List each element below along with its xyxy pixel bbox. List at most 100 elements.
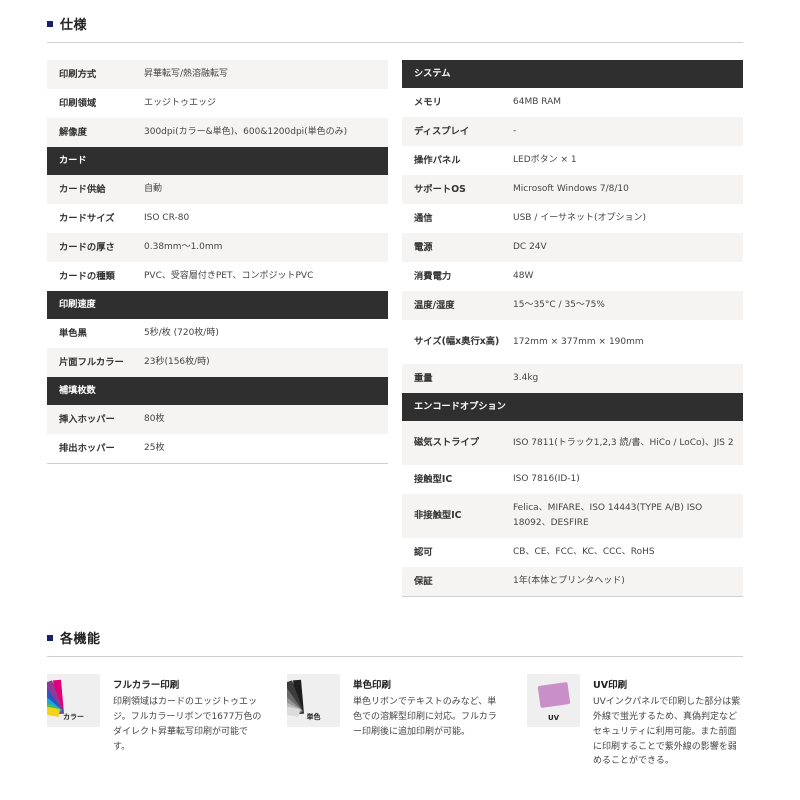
spec-value: CB、CE、FCC、KC、CCC、RoHS <box>513 547 655 558</box>
spec-value: ISO CR-80 <box>144 213 190 224</box>
spec-category-header: エンコードオプション <box>402 393 743 421</box>
spec-label: カードの厚さ <box>59 241 115 253</box>
spec-label: 非接触型IC <box>414 510 462 522</box>
spec-row: カード供給 自動 <box>47 175 388 204</box>
spec-value: PVC、受容層付きPET、コンポジットPVC <box>144 271 314 282</box>
spec-value: 昇華転写/熱溶融転写 <box>144 69 229 80</box>
spec-row: 通信 USB / イーサネット(オプション) <box>402 204 743 233</box>
feature-title: UV印刷 <box>593 680 628 691</box>
spec-value: - <box>513 126 517 137</box>
heading-bullet <box>47 20 53 27</box>
spec-category-label: システム <box>414 68 451 80</box>
spec-category-header: 補填枚数 <box>47 377 388 405</box>
spec-table-right: システムメモリ 64MB RAM ディスプレイ - 操作パネル LEDボタン × 1 サポー… <box>402 60 743 597</box>
spec-value: LEDボタン × 1 <box>513 155 577 166</box>
spec-row: 温度/湿度 15〜35°C / 35〜75% <box>402 291 743 320</box>
spec-category-label: 補填枚数 <box>59 385 96 397</box>
spec-value: 23秒(156枚/時) <box>144 357 210 368</box>
spec-row: サイズ(幅x奥行x高) 172mm × 377mm × 190mm <box>402 320 743 364</box>
spec-category-header: システム <box>402 60 743 88</box>
spec-label: 重量 <box>414 372 433 384</box>
spec-row: 解像度 300dpi(カラー&単色)、600&1200dpi(単色のみ) <box>47 118 388 147</box>
spec-value: Felica、MIFARE、ISO 14443(TYPE A/B) ISO 18… <box>513 503 703 528</box>
feature-title: 単色印刷 <box>353 680 392 691</box>
feature-desc: 印刷領域はカードのエッジトゥエッジ。フルカラーリボンで1677万色のダイレクト昇… <box>113 697 262 752</box>
spec-label: 消費電力 <box>414 270 452 282</box>
spec-section-heading: 仕様 <box>47 14 743 43</box>
spec-label: 片面フルカラー <box>59 356 124 368</box>
spec-label: 排出ホッパー <box>59 442 115 454</box>
spec-label: 印刷領域 <box>59 97 97 109</box>
spec-value: 1年(本体とプリンタヘッド) <box>513 576 625 587</box>
spec-label: 単色黒 <box>59 327 87 339</box>
spec-row: 操作パネル LEDボタン × 1 <box>402 146 743 175</box>
spec-value: 0.38mm〜1.0mm <box>144 242 223 253</box>
feature-desc: 単色リボンでテキストのみなど、単色での溶解型印刷に対応。フルカラー印刷後に追加印… <box>353 697 497 737</box>
spec-row: サポートOS Microsoft Windows 7/8/10 <box>402 175 743 204</box>
spec-row: カードサイズ ISO CR-80 <box>47 204 388 233</box>
spec-label: サイズ(幅x奥行x高) <box>414 336 500 348</box>
spec-value: エッジトゥエッジ <box>144 98 217 109</box>
spec-table-left: 印刷方式 昇華転写/熱溶融転写印刷領域 エッジトゥエッジ解像度 300dpi(カラー&… <box>47 60 388 464</box>
spec-value: DC 24V <box>513 242 547 253</box>
spec-value: 15〜35°C / 35〜75% <box>513 300 605 311</box>
heading-bullet <box>47 634 53 641</box>
spec-heading-text: 仕様 <box>60 18 88 33</box>
spec-row: 接触型IC ISO 7816(ID-1) <box>402 465 743 494</box>
spec-label: 磁気ストライプ <box>414 437 480 449</box>
spec-row: 印刷領域 エッジトゥエッジ <box>47 89 388 118</box>
spec-value: 自動 <box>144 184 163 195</box>
spec-label: メモリ <box>414 96 442 108</box>
spec-row: 消費電力 48W <box>402 262 743 291</box>
features-section-heading: 各機能 <box>47 628 743 657</box>
feature-icon-caption: 単色 <box>306 713 321 721</box>
spec-category-label: カード <box>59 155 87 167</box>
feature-desc: UVインクパネルで印刷した部分は紫外線で蛍光するため、真偽判定などセキュリティに… <box>593 697 741 767</box>
spec-value: 300dpi(カラー&単色)、600&1200dpi(単色のみ) <box>144 127 348 138</box>
spec-label: カード供給 <box>59 183 106 195</box>
spec-value: USB / イーサネット(オプション) <box>513 213 647 224</box>
spec-label: 挿入ホッパー <box>59 413 115 425</box>
spec-row: ディスプレイ - <box>402 117 743 146</box>
mono-fan-icon: 単色 <box>287 674 340 727</box>
spec-value: 3.4kg <box>513 373 539 384</box>
spec-label: 印刷方式 <box>59 68 97 80</box>
spec-label: 認可 <box>414 546 433 558</box>
spec-row: 重量 3.4kg <box>402 364 743 393</box>
spec-row: 磁気ストライプ ISO 7811(トラック1,2,3 読/書、HiCo / LoC… <box>402 421 743 465</box>
spec-value: 80枚 <box>144 414 165 425</box>
spec-category-header: 印刷速度 <box>47 291 388 319</box>
spec-row: 認可 CB、CE、FCC、KC、CCC、RoHS <box>402 538 743 567</box>
spec-category-header: カード <box>47 147 388 175</box>
features-heading-text: 各機能 <box>60 632 101 647</box>
spec-category-label: 印刷速度 <box>59 299 96 311</box>
spec-value: 25枚 <box>144 443 165 454</box>
spec-label: 通信 <box>414 212 433 224</box>
spec-label: 電源 <box>414 241 433 253</box>
feature-icon-caption: UV <box>547 714 560 722</box>
spec-label: 保証 <box>414 575 433 587</box>
feature-title: フルカラー印刷 <box>113 680 180 691</box>
spec-row: 印刷方式 昇華転写/熱溶融転写 <box>47 60 388 89</box>
spec-value: 48W <box>513 271 534 282</box>
spec-row: 保証 1年(本体とプリンタヘッド) <box>402 567 743 596</box>
uv-card-icon: UV <box>527 674 580 727</box>
spec-category-label: エンコードオプション <box>414 401 506 413</box>
spec-row: メモリ 64MB RAM <box>402 88 743 117</box>
spec-value: 172mm × 377mm × 190mm <box>513 336 644 347</box>
spec-label: カードの種類 <box>59 270 115 282</box>
color-fan-icon: カラー <box>47 674 100 727</box>
spec-label: サポートOS <box>414 183 466 195</box>
spec-row: 片面フルカラー 23秒(156枚/時) <box>47 348 388 377</box>
spec-row: 電源 DC 24V <box>402 233 743 262</box>
spec-value: ISO 7811(トラック1,2,3 読/書、HiCo / LoCo)、JIS … <box>513 437 734 448</box>
spec-label: 操作パネル <box>414 154 461 166</box>
spec-row: 非接触型IC Felica、MIFARE、ISO 14443(TYPE A/B) … <box>402 494 743 538</box>
spec-value: 64MB RAM <box>513 97 562 108</box>
spec-value: 5秒/枚 (720枚/時) <box>144 328 219 339</box>
spec-row: 排出ホッパー 25枚 <box>47 434 388 463</box>
spec-row: 単色黒 5秒/枚 (720枚/時) <box>47 319 388 348</box>
spec-label: カードサイズ <box>59 212 115 224</box>
spec-label: 温度/湿度 <box>414 299 455 311</box>
spec-row: 挿入ホッパー 80枚 <box>47 405 388 434</box>
